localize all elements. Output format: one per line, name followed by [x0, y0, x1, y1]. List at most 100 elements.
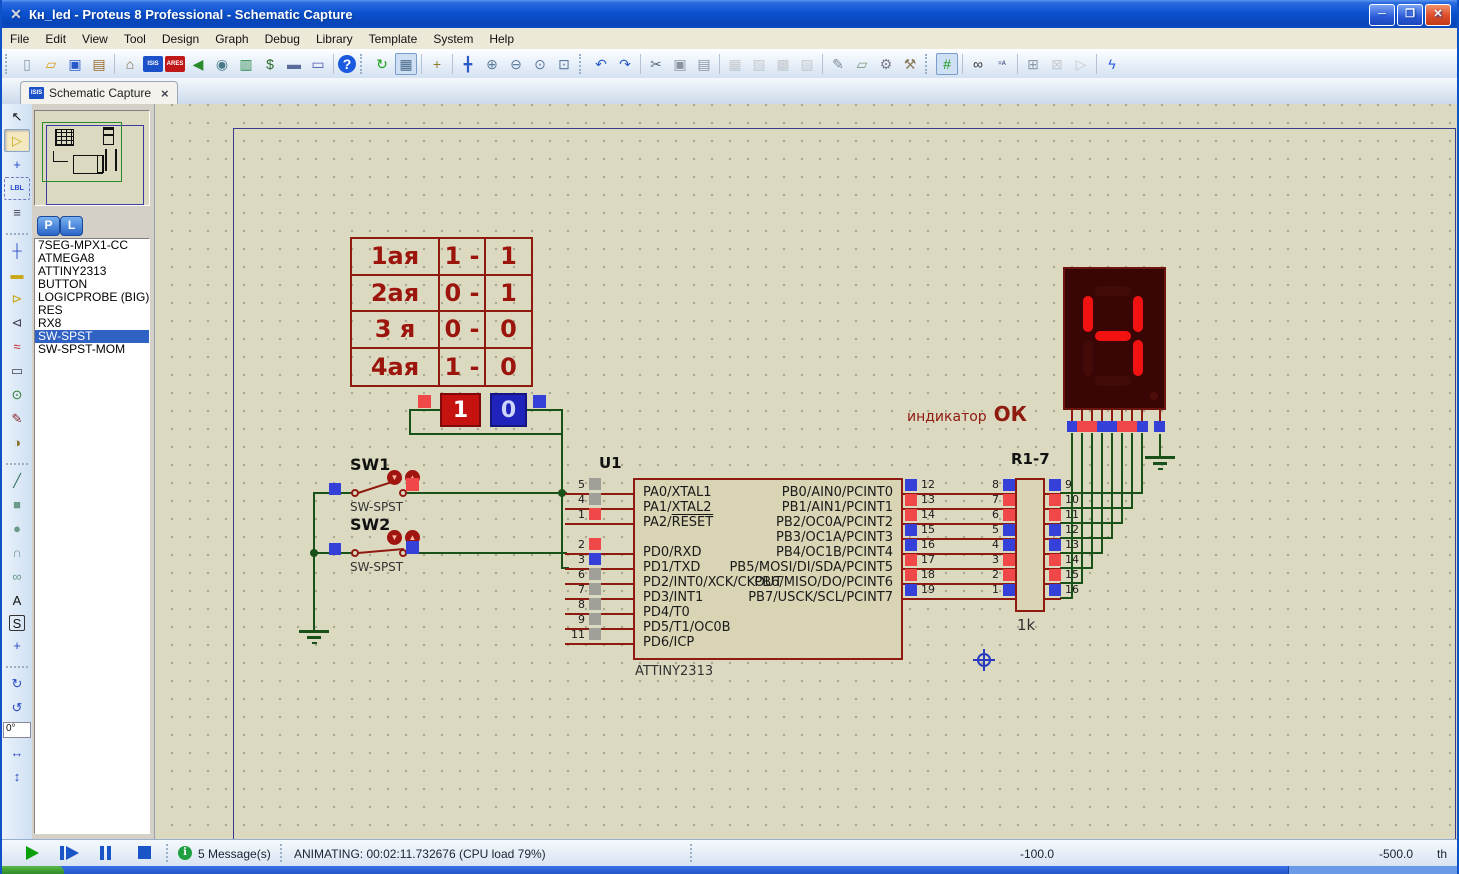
current-probe-mode[interactable]: ◑ [4, 431, 30, 454]
menu-library[interactable]: Library [308, 30, 361, 48]
stop-button[interactable] [138, 846, 151, 859]
bill-of-materials-icon[interactable]: $ [259, 53, 281, 75]
packaging-tool-icon[interactable]: ⚙ [875, 53, 897, 75]
preview-display-shape [103, 127, 114, 145]
project-notes-icon[interactable]: ▭ [307, 53, 329, 75]
terminals-mode[interactable]: ⊳ [4, 287, 30, 310]
copy-icon[interactable]: ▣ [669, 53, 691, 75]
measurement-tool-icon[interactable]: ▬ [283, 53, 305, 75]
pin-number: 19 [921, 583, 935, 596]
redraw-icon[interactable]: ↻ [371, 53, 393, 75]
flip-vertical[interactable]: ↕ [4, 765, 30, 788]
schematic-capture-icon[interactable]: ISIS [143, 55, 163, 72]
play-button[interactable] [26, 846, 39, 860]
title-bar[interactable]: ✕ Кн_led - Proteus 8 Professional - Sche… [2, 0, 1457, 28]
help-icon[interactable]: ? [338, 54, 356, 73]
zoom-in-icon[interactable]: ⊕ [481, 53, 503, 75]
schematic-canvas[interactable]: 1ая 1 -1 2ая 0 -13 я0 -0 4ая 1 -0 1 0 SW1 SW-SPST… [154, 104, 1457, 840]
design-explorer-icon[interactable]: ▥ [235, 53, 257, 75]
zoom-out-icon[interactable]: ⊖ [505, 53, 527, 75]
close-button[interactable]: ✕ [1425, 4, 1451, 26]
flip-horizontal[interactable]: ↔ [4, 741, 30, 764]
paste-icon[interactable]: ▤ [693, 53, 715, 75]
junction-dot-mode[interactable]: + [4, 153, 30, 176]
menu-design[interactable]: Design [154, 30, 207, 48]
message-count[interactable]: 5 Message(s) [198, 847, 271, 861]
gerber-viewer-icon[interactable]: ◉ [211, 53, 233, 75]
pin-indicator [589, 508, 601, 520]
3d-visualizer-icon[interactable]: ◀ [187, 53, 209, 75]
rotation-angle-field[interactable]: 0° [3, 722, 31, 738]
redo-icon[interactable]: ↷ [614, 53, 636, 75]
close-project-icon[interactable]: ▤ [88, 53, 110, 75]
2d-symbol-mode[interactable]: S [9, 615, 25, 631]
toggle-grid-icon[interactable]: ▦ [395, 52, 417, 75]
zoom-area-icon[interactable]: ⊡ [553, 53, 575, 75]
2d-circle-mode[interactable]: ● [4, 517, 30, 540]
origin-icon[interactable]: + [426, 53, 448, 75]
open-project-icon[interactable]: ▱ [40, 53, 62, 75]
wire-label-mode[interactable]: LBL [4, 177, 30, 200]
buses-mode[interactable]: ┼ [4, 239, 30, 262]
info-icon[interactable]: i [178, 846, 192, 860]
new-project-icon[interactable]: ▯ [16, 53, 38, 75]
device-pins-mode[interactable]: ⊲ [4, 311, 30, 334]
library-button[interactable]: L [60, 216, 83, 236]
menu-file[interactable]: File [2, 30, 37, 48]
generator-mode[interactable]: ⊙ [4, 383, 30, 406]
2d-box-mode[interactable]: ■ [4, 493, 30, 516]
switch-toggle-down-icon[interactable]: ▼ [387, 470, 402, 485]
toolbar-separator [640, 53, 641, 74]
zoom-extents-icon[interactable]: ⊙ [529, 53, 551, 75]
2d-marker-mode[interactable]: + [4, 634, 30, 657]
2d-line-mode[interactable]: ╱ [4, 469, 30, 492]
menu-edit[interactable]: Edit [37, 30, 74, 48]
maximize-button[interactable]: ❐ [1397, 4, 1423, 26]
tab-schematic-capture[interactable]: ISIS Schematic Capture × [20, 81, 178, 104]
switch-toggle-down-icon[interactable]: ▼ [387, 530, 402, 545]
component-mode[interactable]: ▷ [4, 129, 30, 152]
property-assignment-tool-icon[interactable]: =A [991, 53, 1013, 75]
menu-tool[interactable]: Tool [116, 30, 154, 48]
pin-indicator [1049, 524, 1061, 536]
resistor-network-body[interactable] [1015, 478, 1045, 612]
pin-number: 12 [921, 478, 935, 491]
tab-close-icon[interactable]: × [161, 86, 169, 101]
isis-tab-icon: ISIS [29, 87, 44, 99]
edit-component-icon[interactable]: ▱ [851, 53, 873, 75]
make-device-icon[interactable]: ⚒ [899, 53, 921, 75]
start-button-sliver[interactable] [2, 866, 64, 874]
schematic-overview-preview[interactable] [34, 110, 150, 206]
2d-arc-mode[interactable]: ∩ [4, 541, 30, 564]
voltage-probe-mode[interactable]: ✎ [4, 407, 30, 430]
save-project-icon[interactable]: ▣ [64, 53, 86, 75]
undo-icon[interactable]: ↶ [590, 53, 612, 75]
device-list-item[interactable]: SW-SPST-MOM [35, 343, 149, 356]
2d-text-mode[interactable]: A [4, 589, 30, 612]
pan-icon[interactable]: ╋ [457, 53, 479, 75]
selection-mode[interactable]: ↖ [4, 105, 30, 128]
wire-autorouter-icon[interactable]: # [936, 52, 958, 75]
pick-devices-button[interactable]: P [37, 216, 60, 236]
new-sheet-icon[interactable]: ⊞ [1022, 53, 1044, 75]
tape-recorder-mode[interactable]: ▭ [4, 359, 30, 382]
2d-path-mode[interactable]: ∞ [4, 565, 30, 588]
minimize-button[interactable]: ─ [1369, 4, 1395, 26]
pcb-layout-icon[interactable]: ARES [165, 55, 185, 72]
rotate-anticlockwise[interactable]: ↺ [4, 696, 30, 719]
menu-system[interactable]: System [425, 30, 481, 48]
home-page-icon[interactable]: ⌂ [119, 53, 141, 75]
menu-graph[interactable]: Graph [207, 30, 256, 48]
menu-debug[interactable]: Debug [257, 30, 308, 48]
menu-help[interactable]: Help [481, 30, 522, 48]
graph-mode[interactable]: ≈ [4, 335, 30, 358]
find-and-edit-icon[interactable]: ✎ [827, 53, 849, 75]
menu-template[interactable]: Template [361, 30, 426, 48]
menu-view[interactable]: View [74, 30, 116, 48]
cut-icon[interactable]: ✂ [645, 53, 667, 75]
text-script-mode[interactable]: ≡ [4, 201, 30, 224]
search-and-tag-icon[interactable]: ∞ [967, 53, 989, 75]
rotate-clockwise[interactable]: ↻ [4, 672, 30, 695]
electrical-rules-check-icon[interactable]: ϟ [1101, 53, 1123, 75]
subcircuit-mode[interactable]: ▬ [4, 263, 30, 286]
